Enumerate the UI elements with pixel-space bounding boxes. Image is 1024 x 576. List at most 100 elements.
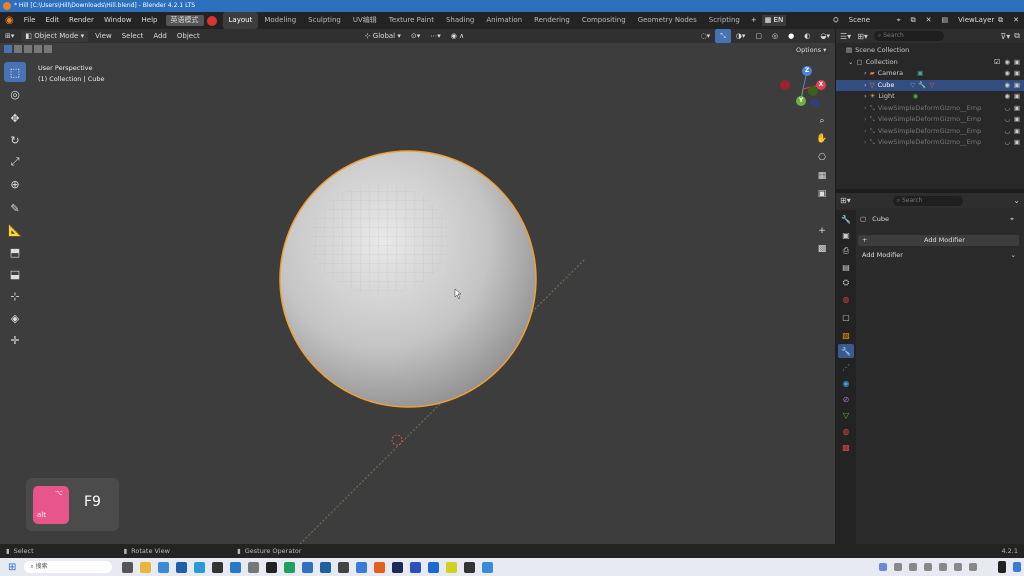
new-scene-icon[interactable]: ⧉ — [906, 12, 921, 29]
options-dropdown[interactable]: Options ▾ — [792, 45, 831, 55]
overlay-icon[interactable]: ◑▾ — [731, 29, 751, 43]
texture-tab-icon[interactable]: ▩ — [838, 440, 854, 454]
gizmo-z-icon[interactable]: Z — [802, 66, 812, 76]
3d-viewport[interactable]: User Perspective (1) Collection | Cube Z… — [0, 29, 835, 544]
app-icon[interactable] — [211, 561, 223, 573]
tab-shading[interactable]: Shading — [440, 12, 480, 29]
view-layer-name[interactable]: ViewLayer — [953, 12, 994, 29]
expand-chevron-icon[interactable]: ⌄ — [848, 57, 853, 69]
exclude-checkbox-icon[interactable]: ☑ — [994, 57, 1000, 69]
gizmo-y-icon[interactable]: Y — [796, 96, 806, 106]
shading-solid-icon[interactable]: ● — [783, 29, 799, 43]
blender-taskbar-icon[interactable] — [373, 561, 385, 573]
app-icon[interactable] — [319, 561, 331, 573]
shading-rendered-icon[interactable]: ◒▾ — [815, 29, 835, 43]
gizmo-neg-z-icon[interactable] — [810, 98, 820, 108]
add-modifier-button[interactable]: + Add Modifier — [858, 235, 1019, 246]
properties-search-input[interactable]: ⌕ Search — [892, 195, 963, 206]
app-icon[interactable] — [337, 561, 349, 573]
camera-toggle-icon[interactable]: ▣ — [1014, 114, 1020, 126]
task-view-icon[interactable] — [121, 561, 133, 573]
tab-sculpting[interactable]: Sculpting — [302, 12, 347, 29]
display-mode-icon[interactable]: ⊞▾ — [857, 32, 868, 41]
render-tab-icon[interactable]: ▣ — [838, 228, 854, 242]
tab-compositing[interactable]: Compositing — [576, 12, 632, 29]
terminal-icon[interactable] — [265, 561, 277, 573]
eye-hidden-icon[interactable]: ◡ — [1004, 103, 1010, 115]
local-view-icon[interactable]: ▣ — [815, 187, 829, 201]
gizmo-neg-x-icon[interactable] — [780, 80, 790, 90]
menu-window[interactable]: Window — [99, 12, 137, 29]
select-invert-icon[interactable] — [34, 45, 42, 53]
expand-chevron-icon[interactable]: › — [864, 137, 867, 149]
add-workspace-icon[interactable]: + — [746, 12, 762, 29]
select-box-tool-icon[interactable]: ⬚ — [4, 62, 26, 82]
menu-view[interactable]: View — [90, 29, 117, 43]
tab-animation[interactable]: Animation — [480, 12, 528, 29]
measure-tool-icon[interactable]: 📐 — [4, 220, 26, 240]
collection-row[interactable]: ⌄ ▢ Collection ☑ ◉ ▣ — [836, 57, 1024, 69]
app-icon[interactable] — [409, 561, 421, 573]
tray-icon[interactable] — [878, 563, 887, 571]
new-view-layer-icon[interactable]: ⧉ — [993, 12, 1008, 29]
menu-help[interactable]: Help — [137, 12, 163, 29]
select-subtract-icon[interactable] — [24, 45, 32, 53]
menu-object[interactable]: Object — [172, 29, 205, 43]
tab-geometry-nodes[interactable]: Geometry Nodes — [632, 12, 703, 29]
tray-icon[interactable] — [893, 563, 902, 571]
tab-scripting[interactable]: Scripting — [703, 12, 746, 29]
proportional-edit-icon[interactable]: ◉ ∧ — [446, 29, 469, 43]
file-explorer-icon[interactable] — [139, 561, 151, 573]
sidebar-toggle-icon[interactable]: ▩ — [815, 242, 829, 256]
tool-tab-icon[interactable]: 🔧 — [838, 212, 854, 226]
expand-chevron-icon[interactable]: › — [864, 114, 867, 126]
camera-toggle-icon[interactable]: ▣ — [1014, 68, 1020, 80]
add-modifier-dropdown[interactable]: Add Modifier ⌄ — [858, 250, 1019, 261]
pan-hand-icon[interactable]: ✋ — [815, 132, 829, 146]
outliner-item-empty[interactable]: › ⤡ ViewSimpleDeformGizmo__Emp ◡ ▣ — [836, 114, 1024, 126]
viewport-canvas[interactable] — [0, 29, 835, 544]
app-icon[interactable] — [463, 561, 475, 573]
app-icon[interactable] — [247, 561, 259, 573]
delete-scene-icon[interactable]: ✕ — [921, 12, 937, 29]
expand-chevron-icon[interactable]: › — [864, 103, 867, 115]
language-indicator[interactable]: ▦ EN — [761, 15, 787, 26]
scene-tab-icon[interactable]: ⛭ — [838, 276, 854, 290]
move-tool-icon[interactable]: ✥ — [4, 108, 26, 128]
record-icon[interactable] — [206, 15, 217, 26]
gizmo-toggle-icon[interactable]: ⤡ — [715, 29, 731, 43]
select-intersect-icon[interactable] — [44, 45, 52, 53]
outliner-item-camera[interactable]: › ▰ Camera ▣ ◉ ▣ — [836, 68, 1024, 80]
select-new-icon[interactable] — [4, 45, 12, 53]
snap-icon[interactable]: ⋯▾ — [425, 29, 446, 43]
camera-toggle-icon[interactable]: ▣ — [1014, 57, 1020, 69]
notification-icon[interactable] — [997, 561, 1006, 573]
outliner-search-input[interactable]: ⌕ Search — [873, 31, 944, 41]
object-tab-icon[interactable]: ▧ — [838, 328, 854, 342]
tab-texture-paint[interactable]: Texture Paint — [383, 12, 440, 29]
eye-hidden-icon[interactable]: ◡ — [1004, 126, 1010, 138]
view-layer-tab-icon[interactable]: ▤ — [838, 260, 854, 274]
world-tab-icon[interactable]: ◍ — [838, 292, 854, 306]
particles-tab-icon[interactable]: ⋰ — [838, 360, 854, 374]
pin-icon[interactable]: ⌖ — [892, 12, 906, 29]
expand-chevron-icon[interactable]: › — [864, 68, 867, 80]
battery-icon[interactable] — [968, 563, 977, 571]
photos-icon[interactable] — [229, 561, 241, 573]
new-collection-icon[interactable]: ⧉ — [1014, 31, 1020, 41]
zoom-icon[interactable]: ⌕ — [815, 114, 829, 128]
add-cube-tool-icon[interactable]: ⬒ — [4, 242, 26, 262]
select-extend-icon[interactable] — [14, 45, 22, 53]
edge-icon[interactable] — [157, 561, 169, 573]
material-tab-icon[interactable]: ◍ — [838, 424, 854, 438]
mode-dropdown[interactable]: ◧ Object Mode ▾ — [21, 30, 89, 42]
xray-icon[interactable]: ▢ — [750, 29, 767, 43]
gizmo-neg-y-icon[interactable] — [808, 86, 818, 96]
cursor-tool-icon[interactable]: ◎ — [4, 84, 26, 104]
physics-tab-icon[interactable]: ◉ — [838, 376, 854, 390]
taskbar-search-input[interactable]: ⌕ 搜索 — [24, 561, 113, 573]
expand-chevron-icon[interactable]: › — [864, 80, 867, 92]
collapse-chevron-icon[interactable]: ⌄ — [1013, 196, 1020, 205]
app-icon[interactable] — [427, 561, 439, 573]
ortho-grid-icon[interactable]: ▦ — [815, 169, 829, 183]
